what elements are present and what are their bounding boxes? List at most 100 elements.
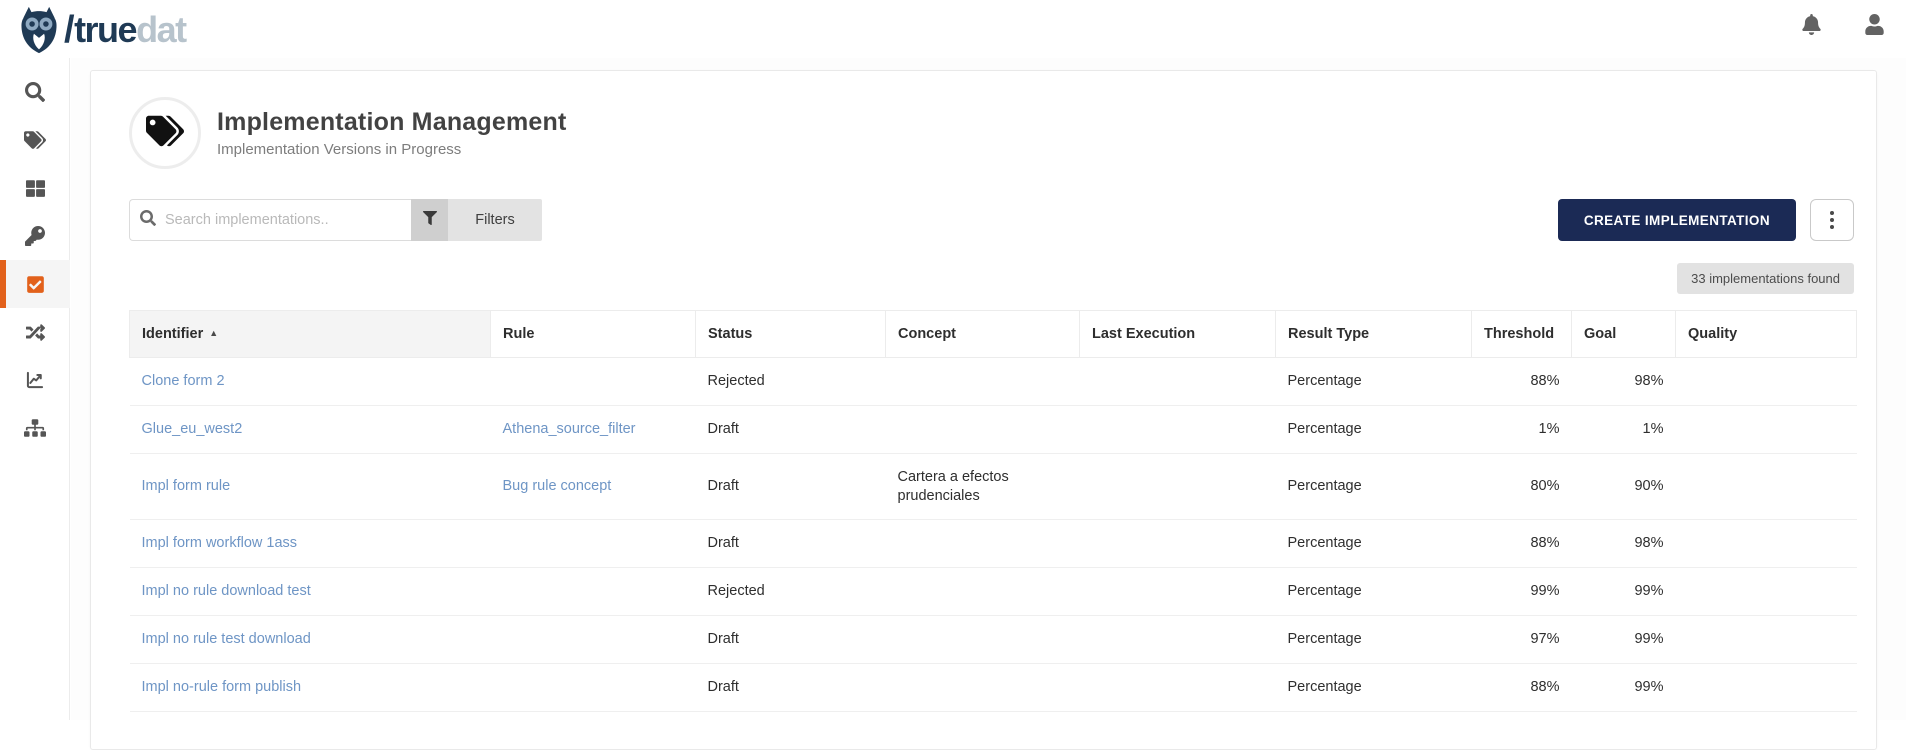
last-execution-cell	[1080, 663, 1276, 711]
quality-cell	[1676, 405, 1857, 453]
concept-cell	[886, 405, 1080, 453]
search-input[interactable]	[165, 212, 401, 228]
concept-cell	[886, 616, 1080, 664]
rule-link[interactable]: Bug rule concept	[503, 478, 612, 494]
logo-wordmark: /truedat	[64, 11, 186, 49]
sidebar-item-structure[interactable]	[0, 404, 70, 452]
status-cell: Draft	[696, 453, 886, 520]
result-type-cell: Percentage	[1276, 568, 1472, 616]
filter-funnel-button[interactable]	[411, 199, 448, 241]
rule-link[interactable]: Athena_source_filter	[503, 421, 636, 437]
truedat-logo[interactable]: /truedat	[16, 6, 186, 54]
topbar: /truedat	[0, 0, 1906, 58]
threshold-cell: 88%	[1472, 663, 1572, 711]
page-header-badge	[129, 97, 201, 169]
tag-icon	[146, 112, 184, 155]
status-cell: Draft	[696, 520, 886, 568]
table-row: Glue_eu_west2 Athena_source_filter Draft…	[130, 405, 1857, 453]
column-header-rule[interactable]: Rule	[491, 311, 696, 358]
status-cell: Rejected	[696, 358, 886, 406]
create-implementation-button[interactable]: CREATE IMPLEMENTATION	[1558, 199, 1796, 241]
last-execution-cell	[1080, 616, 1276, 664]
implementation-link[interactable]: Impl no-rule form publish	[142, 679, 302, 695]
sidebar-item-permissions[interactable]	[0, 212, 70, 260]
page-header: Implementation Management Implementation…	[129, 97, 1854, 169]
owl-logo-icon	[16, 6, 62, 54]
column-header-threshold[interactable]: Threshold	[1472, 311, 1572, 358]
sidebar-item-quality[interactable]	[0, 260, 70, 308]
implementation-link[interactable]: Impl form rule	[142, 478, 231, 494]
quality-cell	[1676, 663, 1857, 711]
sidebar-item-lineage[interactable]	[0, 308, 70, 356]
threshold-cell: 88%	[1472, 358, 1572, 406]
table-row: Impl form rule Bug rule concept Draft Ca…	[130, 453, 1857, 520]
sidebar-item-tags[interactable]	[0, 116, 70, 164]
implementation-management-card: Implementation Management Implementation…	[90, 70, 1877, 750]
concept-cell: Cartera a efectos prudenciales	[886, 453, 1080, 520]
quality-cell	[1676, 616, 1857, 664]
column-header-last-execution[interactable]: Last Execution	[1080, 311, 1276, 358]
implementation-link[interactable]: Impl form workflow 1ass	[142, 535, 298, 551]
implementation-link[interactable]: Impl no rule download test	[142, 583, 311, 599]
goal-cell: 98%	[1572, 358, 1676, 406]
implementation-link[interactable]: Impl no rule test download	[142, 631, 311, 647]
goal-cell: 99%	[1572, 568, 1676, 616]
search-icon	[25, 82, 45, 102]
status-cell: Draft	[696, 616, 886, 664]
notifications-bell-icon[interactable]	[1802, 14, 1821, 35]
implementations-table: Identifier▲ Rule Status Concept Last Exe…	[129, 310, 1857, 712]
user-profile-icon[interactable]	[1865, 14, 1884, 35]
toolbar-actions: CREATE IMPLEMENTATION	[1558, 199, 1854, 241]
funnel-icon	[423, 211, 437, 230]
column-header-identifier[interactable]: Identifier▲	[130, 311, 491, 358]
concept-cell	[886, 568, 1080, 616]
table-row: Impl no-rule form publish Draft Percenta…	[130, 663, 1857, 711]
quality-cell	[1676, 568, 1857, 616]
filters-button-label: Filters	[475, 212, 514, 228]
sidebar-item-charts[interactable]	[0, 356, 70, 404]
last-execution-cell	[1080, 358, 1276, 406]
page-subtitle: Implementation Versions in Progress	[217, 141, 567, 158]
column-header-result-type[interactable]: Result Type	[1276, 311, 1472, 358]
goal-cell: 99%	[1572, 616, 1676, 664]
column-header-concept[interactable]: Concept	[886, 311, 1080, 358]
table-row: Impl no rule download test Rejected Perc…	[130, 568, 1857, 616]
result-type-cell: Percentage	[1276, 616, 1472, 664]
column-header-goal[interactable]: Goal	[1572, 311, 1676, 358]
threshold-cell: 80%	[1472, 453, 1572, 520]
last-execution-cell	[1080, 520, 1276, 568]
goal-cell: 98%	[1572, 520, 1676, 568]
last-execution-cell	[1080, 568, 1276, 616]
threshold-cell: 99%	[1472, 568, 1572, 616]
sidebar-item-dashboard[interactable]	[0, 164, 70, 212]
quality-cell	[1676, 358, 1857, 406]
sidebar-item-search[interactable]	[0, 68, 70, 116]
page-title: Implementation Management	[217, 108, 567, 137]
threshold-cell: 97%	[1472, 616, 1572, 664]
dashboard-grid-icon	[26, 179, 45, 198]
quality-cell	[1676, 520, 1857, 568]
implementation-link[interactable]: Glue_eu_west2	[142, 421, 243, 437]
toolbar: Filters CREATE IMPLEMENTATION	[129, 199, 1854, 241]
implementation-link[interactable]: Clone form 2	[142, 373, 225, 389]
results-badge-row: 33 implementations found	[129, 263, 1854, 294]
search-filter-group: Filters	[129, 199, 542, 241]
result-type-cell: Percentage	[1276, 453, 1472, 520]
sitemap-icon	[24, 419, 46, 437]
status-cell: Rejected	[696, 568, 886, 616]
threshold-cell: 1%	[1472, 405, 1572, 453]
concept-cell	[886, 520, 1080, 568]
column-header-quality[interactable]: Quality	[1676, 311, 1857, 358]
column-header-status[interactable]: Status	[696, 311, 886, 358]
key-icon	[25, 226, 45, 246]
filters-button[interactable]: Filters	[448, 199, 542, 241]
last-execution-cell	[1080, 405, 1276, 453]
concept-cell	[886, 358, 1080, 406]
results-count-badge: 33 implementations found	[1677, 263, 1854, 294]
status-cell: Draft	[696, 405, 886, 453]
last-execution-cell	[1080, 453, 1276, 520]
more-options-button[interactable]	[1810, 199, 1854, 241]
chart-line-icon	[25, 370, 45, 390]
table-header-row: Identifier▲ Rule Status Concept Last Exe…	[130, 311, 1857, 358]
quality-cell	[1676, 453, 1857, 520]
